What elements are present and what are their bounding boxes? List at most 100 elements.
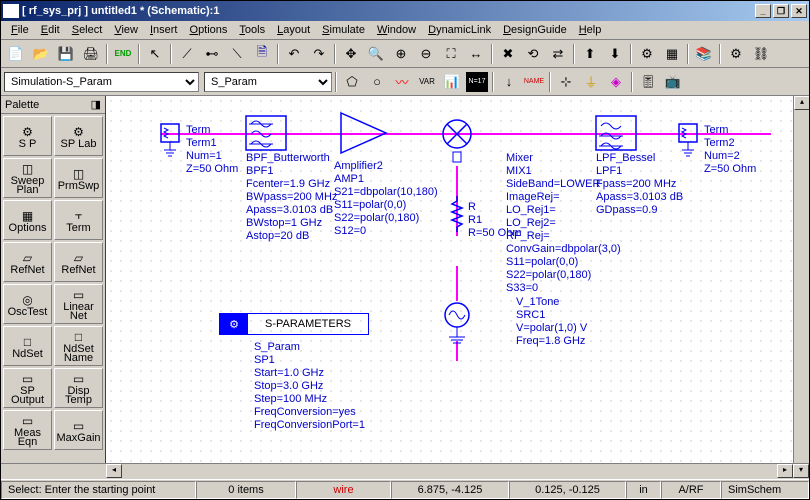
display-button[interactable]: 📺 xyxy=(661,71,685,93)
palette-pin-icon[interactable]: ◨ xyxy=(91,98,101,111)
simulate-button[interactable]: ⚙ xyxy=(724,43,748,65)
shape-circle-button[interactable]: ○ xyxy=(365,71,389,93)
palette-item-13[interactable]: ▭Disp Temp xyxy=(54,368,103,408)
lpf-symbol[interactable] xyxy=(596,116,636,150)
pan-button[interactable]: ↔ xyxy=(464,43,488,65)
print-button[interactable]: 🖨 xyxy=(79,43,103,65)
zoom-area-button[interactable]: 🔍 xyxy=(364,43,388,65)
save-button[interactable]: 💾 xyxy=(54,43,78,65)
push-button[interactable]: ↓ xyxy=(497,71,521,93)
tune-button[interactable]: 🎚 xyxy=(636,71,660,93)
shape-pentagon-button[interactable]: ⬠ xyxy=(340,71,364,93)
status-mode: wire xyxy=(296,481,391,499)
category-dropdown[interactable]: Simulation-S_Param xyxy=(4,72,199,92)
sparam-box-label: S-PARAMETERS xyxy=(248,318,368,330)
zoom-fit-button[interactable]: ⛶ xyxy=(439,43,463,65)
horizontal-scrollbar[interactable]: ◂ ▸ ▾ xyxy=(1,463,809,479)
menu-simulate[interactable]: Simulate xyxy=(316,22,371,38)
scroll-up-button[interactable]: ▴ xyxy=(794,96,809,110)
connect-button[interactable]: ⊷ xyxy=(200,43,224,65)
palette-item-0[interactable]: ⚙S P xyxy=(3,116,52,156)
src-symbol[interactable] xyxy=(443,301,471,361)
status-coord1: 6.875, -4.125 xyxy=(391,481,509,499)
maximize-button[interactable]: ❐ xyxy=(773,4,789,18)
minimize-button[interactable]: _ xyxy=(755,4,771,18)
sparam-box[interactable]: ⚙ S-PARAMETERS xyxy=(219,313,369,335)
wire-tool-button[interactable]: 〰 xyxy=(390,71,414,93)
menu-help[interactable]: Help xyxy=(573,22,608,38)
palette-title-bar: Palette ◨ xyxy=(1,96,105,114)
ground-button[interactable]: ⏚ xyxy=(579,71,603,93)
name-button[interactable]: NAME xyxy=(522,71,546,93)
vertical-scrollbar[interactable]: ▴ xyxy=(793,96,809,463)
status-sim: SimSchem xyxy=(721,481,809,499)
zoom-in-button[interactable]: ⊕ xyxy=(389,43,413,65)
diagonal-button[interactable]: ⟍ xyxy=(225,43,249,65)
bpf-symbol[interactable] xyxy=(246,116,286,150)
menu-edit[interactable]: Edit xyxy=(35,22,66,38)
palette-panel: Palette ◨ ⚙S P⚙SP Lab◫Sweep Plan◫PrmSwp▦… xyxy=(1,96,106,463)
close-button[interactable]: ✕ xyxy=(791,4,807,18)
palette-item-8[interactable]: ◎OscTest xyxy=(3,284,52,324)
mirror-button[interactable]: ⇄ xyxy=(546,43,570,65)
new-button[interactable]: 📄 xyxy=(4,43,28,65)
status-bar: Select: Enter the starting point 0 items… xyxy=(1,479,809,499)
undo-button[interactable]: ↶ xyxy=(282,43,306,65)
palette-item-2[interactable]: ◫Sweep Plan xyxy=(3,158,52,198)
palette-item-3[interactable]: ◫PrmSwp xyxy=(54,158,103,198)
component2-button[interactable]: ▦ xyxy=(660,43,684,65)
palette-item-1[interactable]: ⚙SP Lab xyxy=(54,116,103,156)
results-button[interactable]: ⛓ xyxy=(749,43,773,65)
net-button[interactable]: N=17 xyxy=(465,71,489,93)
palette-item-6[interactable]: ▱RefNet xyxy=(3,242,52,282)
cursor-button[interactable]: ↖ xyxy=(143,43,167,65)
wire-button[interactable]: ⟋ xyxy=(175,43,199,65)
palette-item-12[interactable]: ▭SP Output xyxy=(3,368,52,408)
mixer-symbol[interactable] xyxy=(441,118,473,166)
hierarchy-up-button[interactable]: ⬆ xyxy=(578,43,602,65)
palette-item-15[interactable]: ▭MaxGain xyxy=(54,410,103,450)
zoom-out-button[interactable]: ⊖ xyxy=(414,43,438,65)
menu-layout[interactable]: Layout xyxy=(271,22,316,38)
status-coord2: 0.125, -0.125 xyxy=(509,481,626,499)
menu-view[interactable]: View xyxy=(108,22,144,38)
scroll-right-button[interactable]: ▸ xyxy=(777,464,793,478)
component1-button[interactable]: ⚙ xyxy=(635,43,659,65)
menu-dynamiclink[interactable]: DynamicLink xyxy=(422,22,497,38)
menu-window[interactable]: Window xyxy=(371,22,422,38)
component-dropdown[interactable]: S_Param xyxy=(204,72,332,92)
scroll-down-button[interactable]: ▾ xyxy=(793,464,809,478)
palette-item-7[interactable]: ▱RefNet xyxy=(54,242,103,282)
open-button[interactable]: 📂 xyxy=(29,43,53,65)
chart-button[interactable]: 📊 xyxy=(440,71,464,93)
end-button[interactable]: END xyxy=(111,43,135,65)
scroll-left-button[interactable]: ◂ xyxy=(106,464,122,478)
status-layer: A/RF xyxy=(661,481,721,499)
rotate-button[interactable]: ⟲ xyxy=(521,43,545,65)
r1-symbol[interactable] xyxy=(449,196,465,236)
menu-options[interactable]: Options xyxy=(184,22,234,38)
window-title: [ rf_sys_prj ] untitled1 * (Schematic):1 xyxy=(22,5,755,17)
hierarchy-down-button[interactable]: ⬇ xyxy=(603,43,627,65)
library-button[interactable]: 📚 xyxy=(692,43,716,65)
palette-item-4[interactable]: ▦Options xyxy=(3,200,52,240)
menu-select[interactable]: Select xyxy=(66,22,109,38)
schematic-canvas[interactable]: Term Term1 Num=1 Z=50 Ohm BPF_Butterwort… xyxy=(106,96,793,463)
snap-button[interactable]: ⊹ xyxy=(554,71,578,93)
text-button[interactable]: 🗎 xyxy=(250,43,274,65)
amp-symbol[interactable] xyxy=(336,108,391,158)
port-button[interactable]: ◈ xyxy=(604,71,628,93)
menu-designguide[interactable]: DesignGuide xyxy=(497,22,573,38)
palette-item-11[interactable]: □NdSet Name xyxy=(54,326,103,366)
palette-item-10[interactable]: □NdSet xyxy=(3,326,52,366)
var-button[interactable]: VAR xyxy=(415,71,439,93)
delete-button[interactable]: ✖ xyxy=(496,43,520,65)
move-button[interactable]: ✥ xyxy=(339,43,363,65)
palette-item-9[interactable]: ▭Linear Net xyxy=(54,284,103,324)
palette-item-14[interactable]: ▭Meas Eqn xyxy=(3,410,52,450)
redo-button[interactable]: ↷ xyxy=(307,43,331,65)
menu-tools[interactable]: Tools xyxy=(233,22,271,38)
menu-insert[interactable]: Insert xyxy=(144,22,184,38)
palette-item-5[interactable]: ⫟Term xyxy=(54,200,103,240)
menu-file[interactable]: File xyxy=(5,22,35,38)
